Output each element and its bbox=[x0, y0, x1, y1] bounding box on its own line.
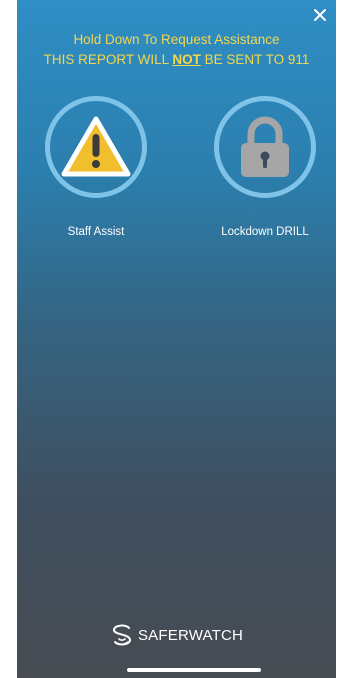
close-button[interactable] bbox=[312, 7, 328, 23]
brand-name: SAFERWATCH bbox=[137, 626, 244, 644]
lockdown-drill-button[interactable] bbox=[214, 96, 316, 198]
warning-icon bbox=[61, 116, 131, 177]
warning-emphasis: NOT bbox=[172, 52, 201, 67]
home-indicator[interactable] bbox=[127, 668, 261, 672]
close-icon bbox=[314, 9, 326, 21]
lockdown-drill-action[interactable]: Lockdown DRILL bbox=[197, 96, 333, 238]
warning-text-end: BE SENT TO 911 bbox=[200, 52, 310, 67]
staff-assist-action[interactable]: Staff Assist bbox=[28, 96, 164, 238]
instructions: Hold Down To Request Assistance THIS REP… bbox=[17, 30, 336, 70]
instructions-line1: Hold Down To Request Assistance bbox=[73, 32, 280, 47]
lockdown-drill-label: Lockdown DRILL bbox=[221, 226, 309, 238]
app-screen: Hold Down To Request Assistance THIS REP… bbox=[17, 0, 336, 678]
warning-text-start: THIS REPORT WILL bbox=[43, 52, 173, 67]
staff-assist-button[interactable] bbox=[45, 96, 147, 198]
instructions-line2: THIS REPORT WILL NOT BE SENT TO 911 bbox=[17, 50, 336, 70]
saferwatch-logo-icon bbox=[112, 624, 131, 646]
staff-assist-label: Staff Assist bbox=[67, 226, 125, 238]
lock-icon bbox=[241, 116, 289, 177]
brand-logo: SAFERWATCH bbox=[17, 622, 336, 648]
